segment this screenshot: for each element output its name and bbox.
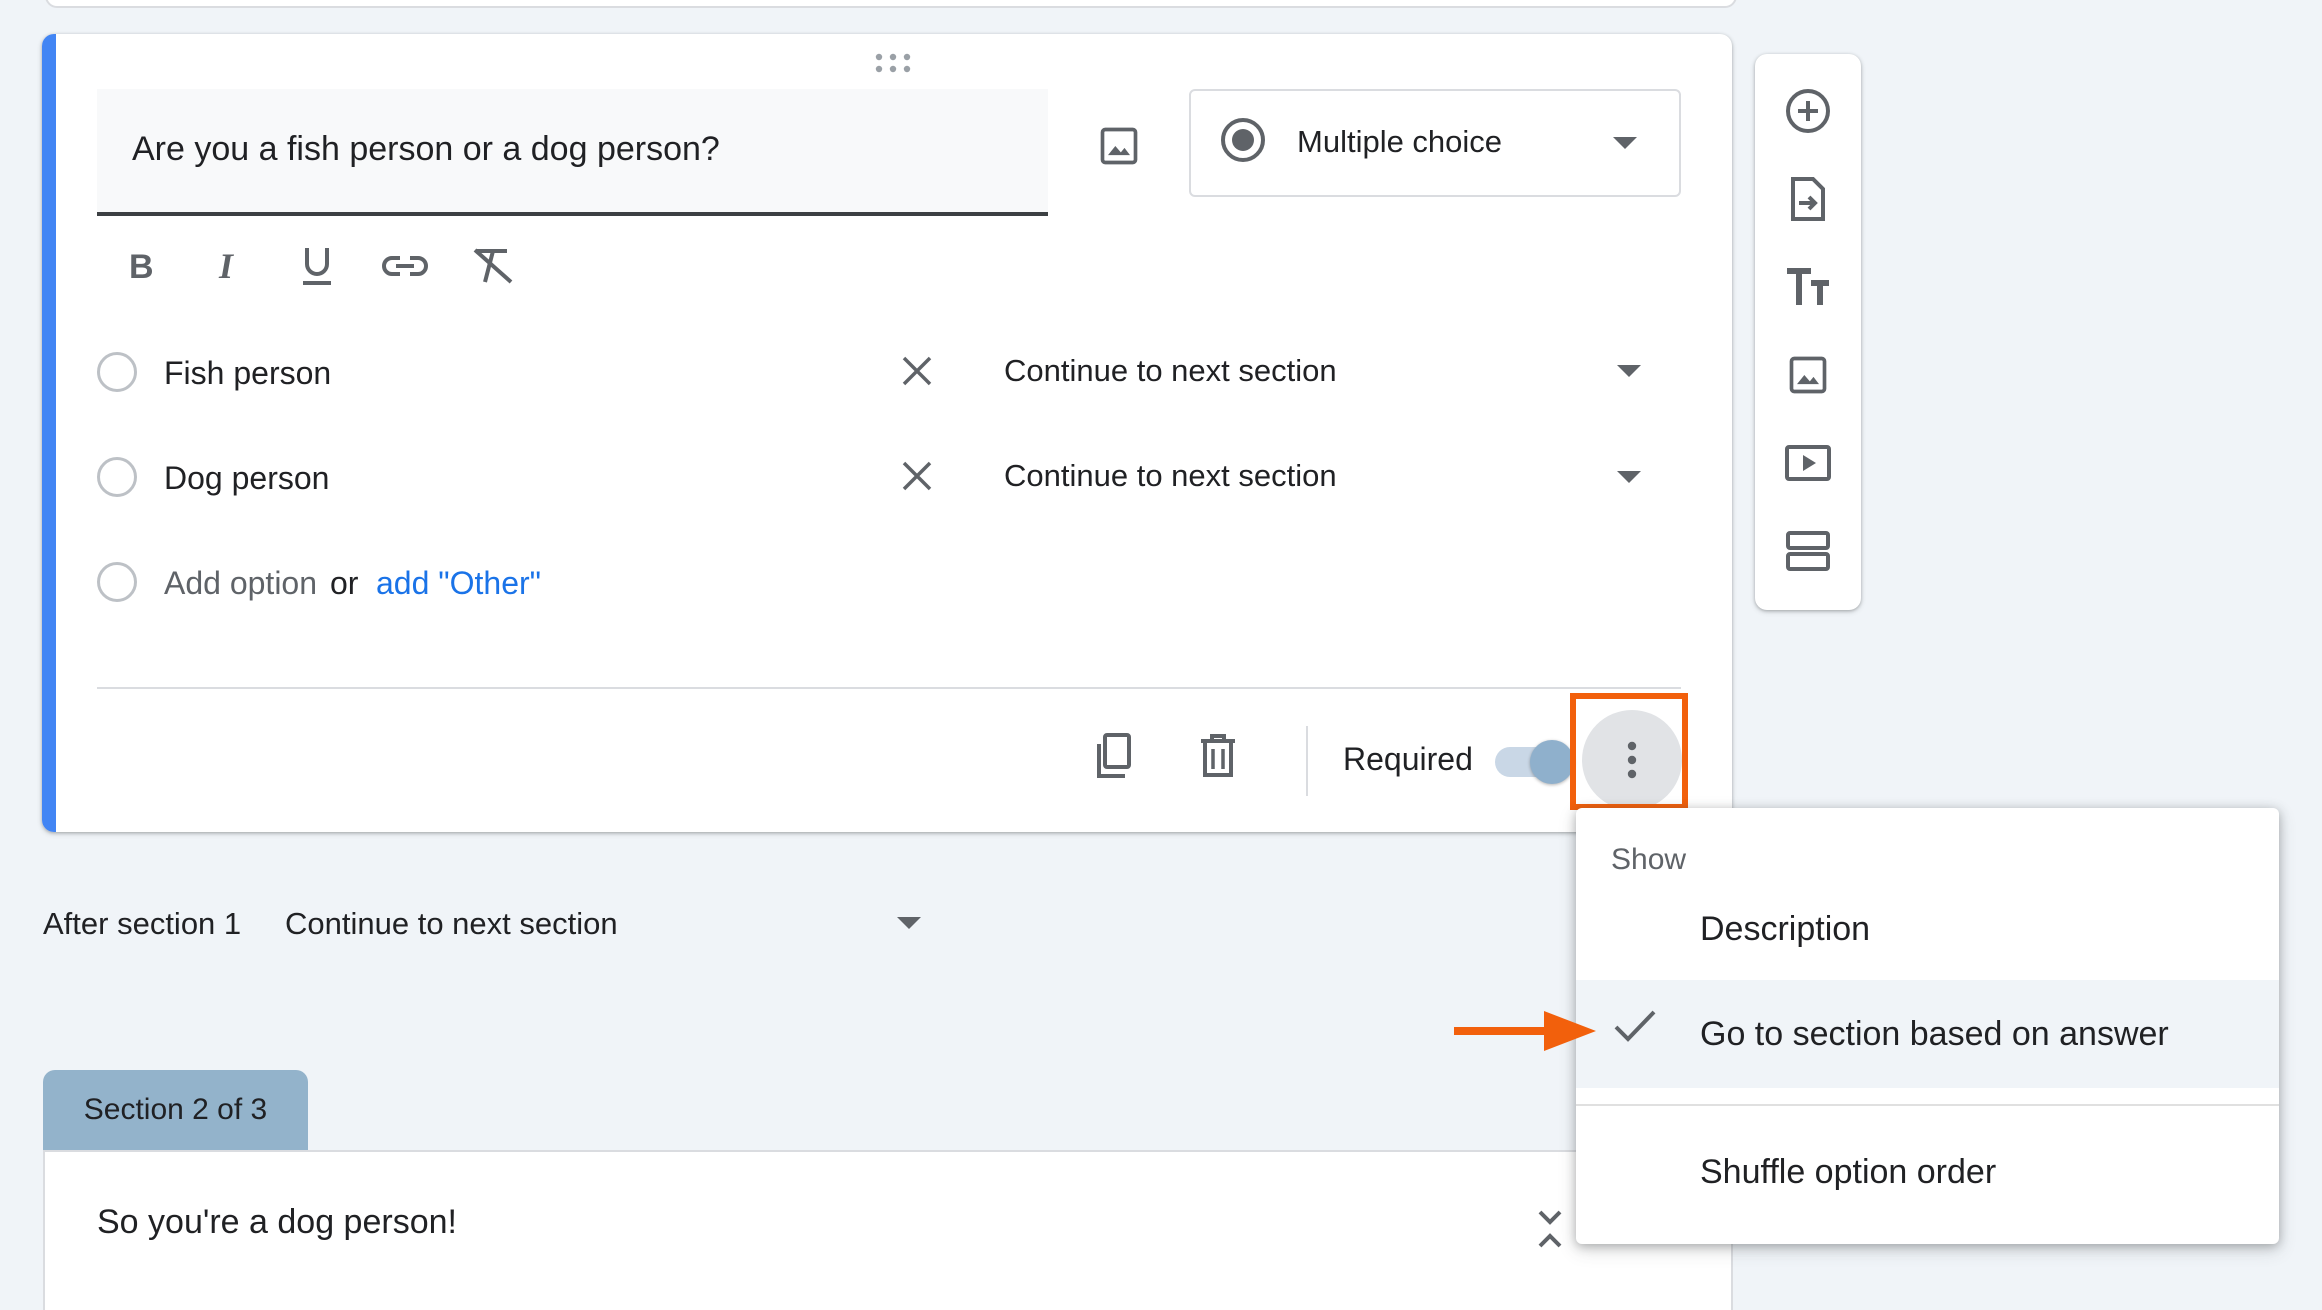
after-section-select[interactable]: Continue to next section [285, 906, 618, 942]
menu-item-label: Shuffle option order [1700, 1153, 1997, 1191]
add-image-icon[interactable] [1090, 117, 1148, 175]
add-other-link[interactable]: add "Other" [376, 565, 541, 602]
drag-handle-icon[interactable] [873, 52, 913, 74]
chevron-down-icon[interactable] [897, 917, 921, 929]
svg-text:B: B [129, 248, 154, 284]
required-label: Required [1343, 741, 1473, 777]
delete-icon[interactable] [1188, 726, 1248, 786]
chevron-down-icon[interactable] [1617, 471, 1641, 483]
option-label[interactable]: Fish person [164, 355, 331, 392]
add-option-link[interactable]: Add option [164, 565, 317, 602]
annotation-arrow [1452, 1009, 1598, 1053]
italic-icon[interactable]: I [199, 236, 259, 296]
chevron-down-icon[interactable] [1617, 365, 1641, 377]
remove-option-icon[interactable] [892, 451, 942, 501]
bold-icon[interactable]: B [111, 236, 171, 296]
previous-card [45, 0, 1737, 8]
add-question-icon[interactable] [1778, 81, 1838, 141]
card-divider [97, 687, 1681, 689]
menu-item-label: Description [1700, 910, 1871, 948]
underline-icon[interactable] [287, 236, 347, 296]
menu-divider [1576, 1104, 2279, 1106]
menu-item-label: Go to section based on answer [1700, 1015, 2169, 1053]
remove-option-icon[interactable] [892, 346, 942, 396]
clear-format-icon[interactable] [463, 236, 523, 296]
annotation-highlight-box [1570, 693, 1688, 810]
add-video-icon[interactable] [1778, 433, 1838, 493]
menu-item-description[interactable] [1576, 875, 2279, 983]
go-to-section-select[interactable]: Continue to next section [1004, 458, 1337, 494]
link-icon[interactable] [375, 236, 435, 296]
collapse-section-icon[interactable] [1530, 1208, 1570, 1250]
option-radio [97, 352, 137, 392]
question-type-label: Multiple choice [1297, 124, 1503, 159]
chevron-down-icon [1613, 137, 1637, 149]
option-radio [97, 562, 137, 602]
import-questions-icon[interactable] [1778, 169, 1838, 229]
duplicate-icon[interactable] [1082, 726, 1142, 786]
option-radio [97, 457, 137, 497]
active-card-accent [42, 34, 56, 832]
check-icon [1612, 1008, 1658, 1044]
add-title-icon[interactable] [1778, 257, 1838, 317]
or-text: or [330, 565, 359, 601]
question-title-text[interactable]: Are you a fish person or a dog person? [132, 130, 720, 169]
add-section-icon[interactable] [1778, 521, 1838, 581]
radio-button-checked-icon [1219, 116, 1267, 164]
section-title[interactable]: So you're a dog person! [97, 1203, 457, 1242]
required-toggle-knob[interactable] [1530, 740, 1574, 784]
go-to-section-select[interactable]: Continue to next section [1004, 353, 1337, 389]
add-image-icon[interactable] [1778, 345, 1838, 405]
footer-divider [1306, 726, 1308, 796]
svg-text:I: I [218, 248, 235, 284]
menu-show-header: Show [1611, 843, 1687, 876]
option-label[interactable]: Dog person [164, 460, 329, 497]
section-tab: Section 2 of 3 [43, 1070, 308, 1150]
after-section-label: After section 1 [43, 906, 242, 941]
